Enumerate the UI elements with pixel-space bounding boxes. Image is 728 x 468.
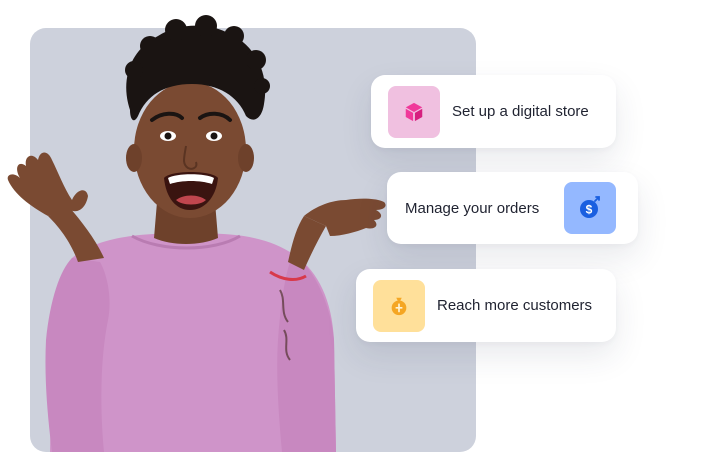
dollar-coin-icon: $ <box>580 196 600 218</box>
feature-label: Manage your orders <box>405 199 540 217</box>
cube-icon <box>405 102 423 121</box>
svg-text:$: $ <box>586 203 593 217</box>
money-bag-icon-badge <box>373 279 425 332</box>
feature-label: Set up a digital store <box>452 103 589 120</box>
feature-card-manage-orders: Manage your orders $ <box>387 172 638 244</box>
dollar-coin-icon-badge: $ <box>564 182 616 234</box>
money-bag-icon <box>391 297 407 315</box>
feature-card-reach-customers: Reach more customers <box>356 269 616 342</box>
cube-icon-badge <box>388 85 440 138</box>
feature-card-digital-store: Set up a digital store <box>371 75 616 148</box>
feature-label: Reach more customers <box>437 297 593 314</box>
